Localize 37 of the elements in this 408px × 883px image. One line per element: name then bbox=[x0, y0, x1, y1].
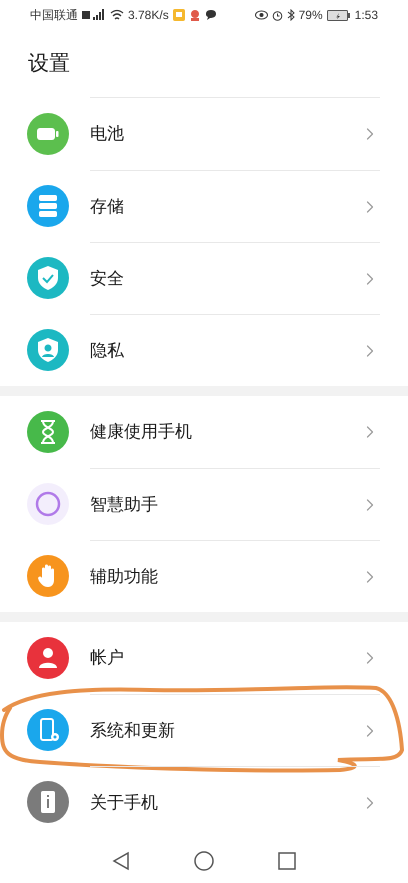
bluetooth-icon bbox=[286, 9, 295, 21]
home-icon[interactable] bbox=[194, 850, 214, 870]
row-label: 关于手机 bbox=[90, 792, 159, 814]
network-speed: 3.78K/s bbox=[128, 7, 169, 24]
settings-row[interactable]: 安全 bbox=[0, 242, 408, 314]
settings-row[interactable]: 智慧助手 bbox=[0, 468, 408, 540]
wifi-icon bbox=[110, 9, 124, 21]
eye-icon bbox=[254, 10, 268, 20]
row-label: 隐私 bbox=[90, 340, 125, 362]
app-notification-icon bbox=[188, 9, 201, 21]
row-label: 系统和更新 bbox=[90, 720, 176, 742]
settings-row[interactable]: 电池 bbox=[0, 98, 408, 170]
row-label: 安全 bbox=[90, 268, 125, 290]
battery-icon bbox=[326, 10, 351, 20]
row-label: 存储 bbox=[90, 196, 125, 218]
battery-percent: 79% bbox=[298, 7, 323, 24]
row-label: 辅助功能 bbox=[90, 566, 159, 588]
row-label: 健康使用手机 bbox=[90, 421, 193, 444]
settings-row[interactable]: 存储 bbox=[0, 170, 408, 242]
alarm-icon bbox=[272, 10, 283, 20]
clock: 1:53 bbox=[354, 7, 378, 24]
row-label: 智慧助手 bbox=[90, 494, 159, 516]
carrier-name: 中国联通 bbox=[30, 7, 78, 24]
signal-icon bbox=[82, 9, 106, 21]
chat-icon bbox=[204, 9, 217, 21]
recents-icon[interactable] bbox=[278, 852, 296, 870]
settings-row[interactable]: 关于手机 bbox=[0, 766, 408, 838]
settings-row[interactable]: 隐私 bbox=[0, 314, 408, 386]
row-label: 帐户 bbox=[90, 647, 125, 670]
back-icon[interactable] bbox=[112, 850, 130, 870]
settings-row[interactable]: 帐户 bbox=[0, 622, 408, 694]
settings-row[interactable]: 辅助功能 bbox=[0, 540, 408, 612]
settings-row[interactable]: 系统和更新 bbox=[0, 694, 408, 766]
app-notification-icon bbox=[172, 9, 185, 21]
page-title: 设置 bbox=[28, 50, 70, 77]
settings-row[interactable]: 健康使用手机 bbox=[0, 396, 408, 468]
row-label: 电池 bbox=[90, 123, 125, 146]
